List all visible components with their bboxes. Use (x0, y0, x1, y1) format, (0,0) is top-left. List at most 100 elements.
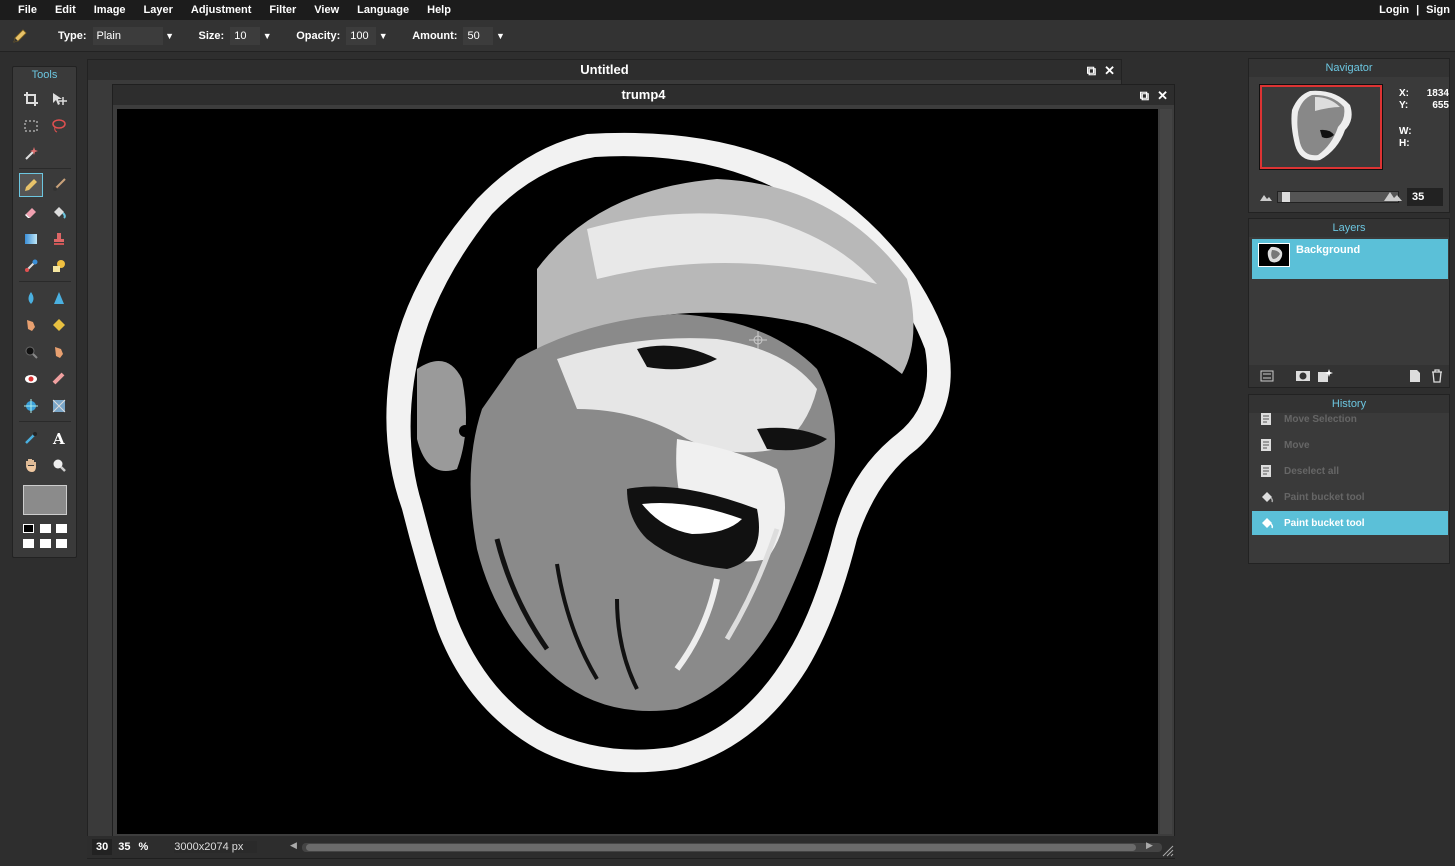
navigator-viewport-frame[interactable] (1260, 85, 1382, 169)
zoom-unit: % (138, 841, 149, 853)
close-icon[interactable]: ✕ (1157, 89, 1168, 102)
layer-mask-icon[interactable] (1295, 368, 1311, 384)
zoom-tool-icon[interactable] (47, 453, 71, 477)
hand-tool-icon[interactable] (19, 453, 43, 477)
horizontal-scrollbar[interactable] (302, 843, 1162, 852)
image-canvas[interactable] (117, 109, 1158, 834)
sharpen-tool-icon[interactable] (47, 286, 71, 310)
scrollbar-thumb[interactable] (306, 844, 1136, 851)
marquee-tool-icon[interactable] (19, 114, 43, 138)
close-icon[interactable]: ✕ (1104, 64, 1115, 77)
history-item-active[interactable]: Paint bucket tool (1252, 511, 1448, 535)
lasso-tool-icon[interactable] (47, 114, 71, 138)
black-swatch[interactable] (23, 524, 34, 533)
dodge-tool-icon[interactable] (47, 340, 71, 364)
zoom-slider[interactable] (1277, 191, 1399, 203)
tools-divider (19, 168, 71, 169)
smudge-tool-icon[interactable] (19, 313, 43, 337)
text-tool-icon[interactable]: A (47, 426, 71, 450)
menu-adjustment[interactable]: Adjustment (182, 0, 261, 20)
zoom-input[interactable]: 30 (92, 839, 113, 855)
foreground-color-swatch[interactable] (23, 485, 67, 515)
doc-icon (1258, 436, 1276, 454)
nav-y-value: 655 (1432, 100, 1449, 111)
magic-wand-tool-icon[interactable] (19, 141, 43, 165)
opacity-input[interactable]: 100 (346, 26, 377, 45)
white-swatch[interactable] (40, 539, 51, 548)
size-input[interactable]: 10 (230, 26, 261, 45)
vertical-scrollbar[interactable] (1160, 109, 1172, 834)
white-swatch[interactable] (56, 524, 67, 533)
menu-view[interactable]: View (305, 0, 348, 20)
history-item[interactable]: Deselect all (1252, 459, 1448, 483)
spherize-tool-icon[interactable] (47, 394, 71, 418)
nav-w-label: W: (1399, 126, 1412, 137)
resize-grip-icon[interactable] (1162, 845, 1174, 857)
new-layer-icon[interactable] (1407, 368, 1423, 384)
layers-panel: Layers Background (1248, 218, 1450, 388)
white-swatch[interactable] (23, 539, 34, 548)
bucket-icon (1258, 488, 1276, 506)
scroll-left-icon[interactable]: ◀ (290, 840, 297, 851)
layer-row[interactable]: Background (1252, 239, 1448, 279)
zoom-in-mountain-icon[interactable] (1383, 190, 1403, 205)
nav-h-label: H: (1399, 138, 1410, 149)
size-dropdown-icon[interactable]: ▼ (260, 27, 274, 45)
eraser-tool-icon[interactable] (19, 200, 43, 224)
clone-stamp-tool-icon[interactable] (47, 227, 71, 251)
blur-tool-icon[interactable] (19, 286, 43, 310)
color-replace-tool-icon[interactable] (19, 254, 43, 278)
menu-language[interactable]: Language (348, 0, 418, 20)
delete-layer-icon[interactable] (1429, 368, 1445, 384)
layer-settings-icon[interactable] (1259, 368, 1275, 384)
opacity-label: Opacity: (296, 29, 341, 42)
crop-tool-icon[interactable] (19, 87, 43, 111)
svg-text:A: A (52, 430, 65, 446)
history-label: Paint bucket tool (1284, 517, 1365, 529)
menu-layer[interactable]: Layer (135, 0, 182, 20)
burn-tool-icon[interactable] (19, 340, 43, 364)
zoom-out-mountain-icon[interactable] (1259, 192, 1273, 205)
scroll-right-icon[interactable]: ▶ (1146, 840, 1153, 851)
menu-image[interactable]: Image (85, 0, 135, 20)
move-tool-icon[interactable] (47, 87, 71, 111)
color-picker-tool-icon[interactable] (19, 426, 43, 450)
sponge-tool-icon[interactable] (47, 313, 71, 337)
type-select[interactable]: Plain (92, 26, 163, 45)
brush-tool-icon[interactable] (47, 173, 71, 197)
history-item[interactable]: Move (1252, 433, 1448, 457)
sign-link[interactable]: Sign (1421, 4, 1455, 16)
pencil-tool-icon[interactable] (19, 173, 43, 197)
menu-edit[interactable]: Edit (46, 0, 85, 20)
red-eye-tool-icon[interactable] (19, 367, 43, 391)
layer-effects-icon[interactable] (1317, 368, 1333, 384)
history-item[interactable]: Move Selection (1252, 407, 1448, 431)
login-link[interactable]: Login (1374, 4, 1414, 16)
gradient-tool-icon[interactable] (19, 227, 43, 251)
type-label: Type: (58, 29, 87, 42)
amount-dropdown-icon[interactable]: ▼ (493, 27, 507, 45)
menu-help[interactable]: Help (418, 0, 460, 20)
menu-filter[interactable]: Filter (260, 0, 305, 20)
menu-file[interactable]: File (0, 0, 46, 20)
paint-bucket-tool-icon[interactable] (47, 200, 71, 224)
white-swatch[interactable] (56, 539, 67, 548)
restore-icon[interactable]: ⧉ (1087, 64, 1096, 77)
layer-name[interactable]: Background (1296, 244, 1360, 256)
white-swatch[interactable] (40, 524, 51, 533)
zoom-slider-thumb[interactable] (1282, 192, 1290, 202)
tools-panel: Tools A (12, 66, 77, 558)
opacity-dropdown-icon[interactable]: ▼ (376, 27, 390, 45)
shape-tool-icon[interactable] (47, 254, 71, 278)
pinch-tool-icon[interactable] (19, 394, 43, 418)
type-dropdown-icon[interactable]: ▼ (163, 27, 177, 45)
nav-y-label: Y: (1399, 100, 1409, 111)
restore-icon[interactable]: ⧉ (1140, 89, 1149, 102)
zoom-value-input[interactable]: 35 (1407, 188, 1443, 206)
navigator-thumbnail[interactable] (1259, 84, 1383, 170)
navigator-panel: Navigator X: 1834 Y: 655 W: H: 35 (1248, 58, 1450, 213)
history-item[interactable]: Paint bucket tool (1252, 485, 1448, 509)
bloat-tool-icon[interactable] (47, 367, 71, 391)
history-label: Deselect all (1284, 465, 1340, 477)
amount-input[interactable]: 50 (463, 26, 494, 45)
